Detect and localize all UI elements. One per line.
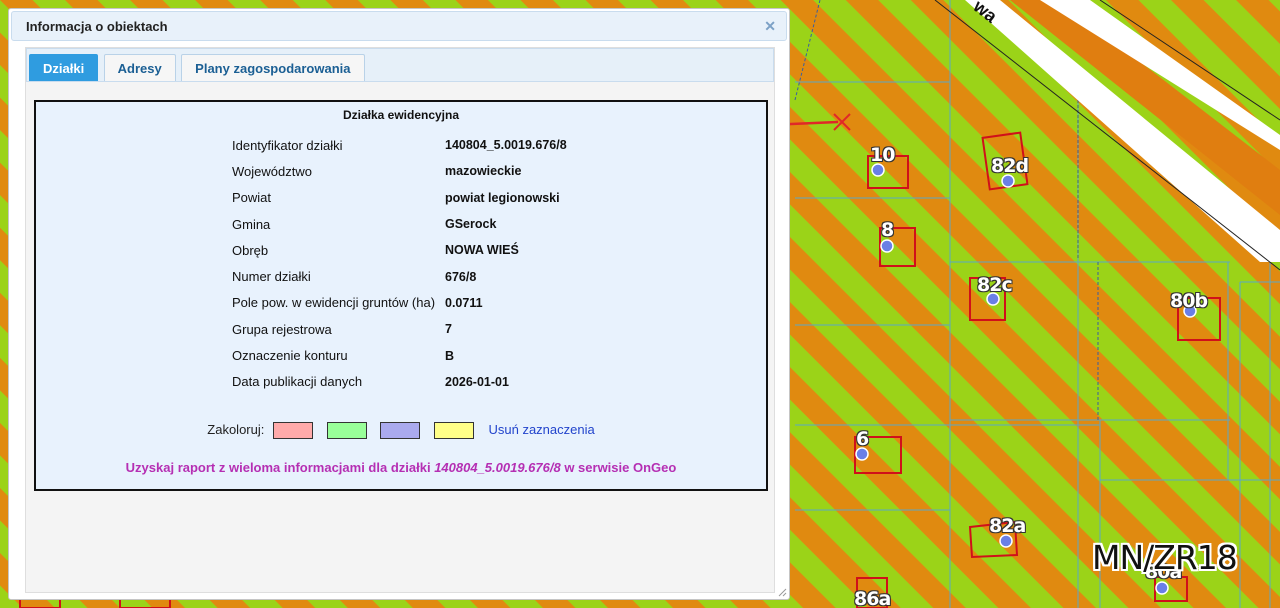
table-row: Oznaczenie konturu B bbox=[232, 342, 567, 368]
table-row: Identyfikator działki 140804_5.0019.676/… bbox=[232, 132, 567, 158]
attr-label: Oznaczenie konturu bbox=[232, 348, 348, 364]
panel-heading: Działka ewidencyjna bbox=[342, 108, 460, 122]
object-info-dialog[interactable]: Informacja o obiektach ✕ Działki Adresy … bbox=[8, 8, 790, 600]
attr-label: Data publikacji danych bbox=[232, 374, 363, 390]
building-label: 82d bbox=[991, 155, 1029, 177]
parcel-info-panel: Działka ewidencyjna Identyfikator działk… bbox=[34, 100, 768, 491]
dialog-title: Informacja o obiektach bbox=[26, 18, 168, 34]
attr-value: 2026-01-01 bbox=[445, 374, 509, 389]
attr-label: Identyfikator działki bbox=[232, 137, 343, 153]
attr-label: Numer działki bbox=[232, 269, 311, 285]
color-swatch-green[interactable] bbox=[326, 422, 367, 440]
table-row: Gmina GSerock bbox=[232, 211, 567, 237]
color-swatch-red[interactable] bbox=[272, 422, 313, 440]
building-label: 10 bbox=[870, 144, 895, 166]
attr-value: 676/8 bbox=[445, 269, 477, 284]
tab-plany-zagospodarowania[interactable]: Plany zagospodarowania bbox=[181, 54, 365, 81]
close-icon[interactable]: ✕ bbox=[764, 18, 776, 35]
zone-label: MN/ZR18 bbox=[1092, 538, 1238, 577]
colorize-label: Zakoloruj: bbox=[207, 422, 265, 437]
attr-label: Grupa rejestrowa bbox=[232, 321, 332, 337]
building-label: 82a bbox=[989, 515, 1026, 537]
attr-value: B bbox=[445, 348, 455, 363]
building-label: 82c bbox=[977, 274, 1013, 296]
attr-value: 140804_5.0019.676/8 bbox=[445, 138, 567, 153]
table-row: Obręb NOWA WIEŚ bbox=[232, 237, 567, 263]
table-row: Województwo mazowieckie bbox=[232, 158, 567, 184]
attr-label: Gmina bbox=[232, 216, 271, 232]
resize-grip-icon[interactable] bbox=[777, 587, 787, 597]
building-label: 86a bbox=[854, 588, 891, 608]
attr-label: Obręb bbox=[232, 242, 269, 258]
tab-adresy[interactable]: Adresy bbox=[103, 54, 176, 81]
attr-label: Pole pow. w ewidencji gruntów (ha) bbox=[232, 295, 436, 311]
report-parcel-id: 140804_5.0019.676/8 bbox=[434, 460, 561, 475]
building-label: 80b bbox=[1170, 290, 1208, 312]
color-swatch-yellow[interactable] bbox=[433, 422, 474, 440]
attr-value: 7 bbox=[445, 322, 452, 337]
building-label: 6 bbox=[856, 428, 869, 450]
table-row: Data publikacji danych 2026-01-01 bbox=[232, 369, 567, 395]
report-suffix: w serwisie OnGeo bbox=[564, 460, 677, 475]
attr-value: powiat legionowski bbox=[445, 190, 560, 205]
ongeo-report-link[interactable]: Uzyskaj raport z wieloma informacjami dl… bbox=[36, 460, 766, 475]
color-swatch-blue[interactable] bbox=[380, 422, 421, 440]
attr-label: Powiat bbox=[232, 190, 272, 206]
colorize-row: Zakoloruj: Usuń zaznaczenia bbox=[36, 422, 766, 440]
table-row: Powiat powiat legionowski bbox=[232, 185, 567, 211]
parcel-attributes-table: Identyfikator działki 140804_5.0019.676/… bbox=[232, 132, 567, 395]
building-label: 8 bbox=[881, 219, 894, 241]
table-row: Numer działki 676/8 bbox=[232, 263, 567, 289]
attr-label: Województwo bbox=[232, 163, 312, 179]
dialog-titlebar[interactable]: Informacja o obiektach ✕ bbox=[11, 11, 787, 41]
tab-dzialki[interactable]: Działki bbox=[29, 54, 99, 81]
attr-value: mazowieckie bbox=[445, 164, 522, 179]
clear-selection-link[interactable]: Usuń zaznaczenia bbox=[488, 422, 594, 437]
report-prefix: Uzyskaj raport z wieloma informacjami dl… bbox=[125, 460, 431, 475]
attr-value: NOWA WIEŚ bbox=[445, 243, 519, 258]
attr-value: GSerock bbox=[445, 217, 497, 232]
tab-bar: Działki Adresy Plany zagospodarowania bbox=[26, 48, 774, 82]
table-row: Pole pow. w ewidencji gruntów (ha) 0.071… bbox=[232, 290, 567, 316]
table-row: Grupa rejestrowa 7 bbox=[232, 316, 567, 342]
dialog-content: Działki Adresy Plany zagospodarowania Dz… bbox=[25, 47, 775, 593]
attr-value: 0.0711 bbox=[445, 295, 483, 310]
